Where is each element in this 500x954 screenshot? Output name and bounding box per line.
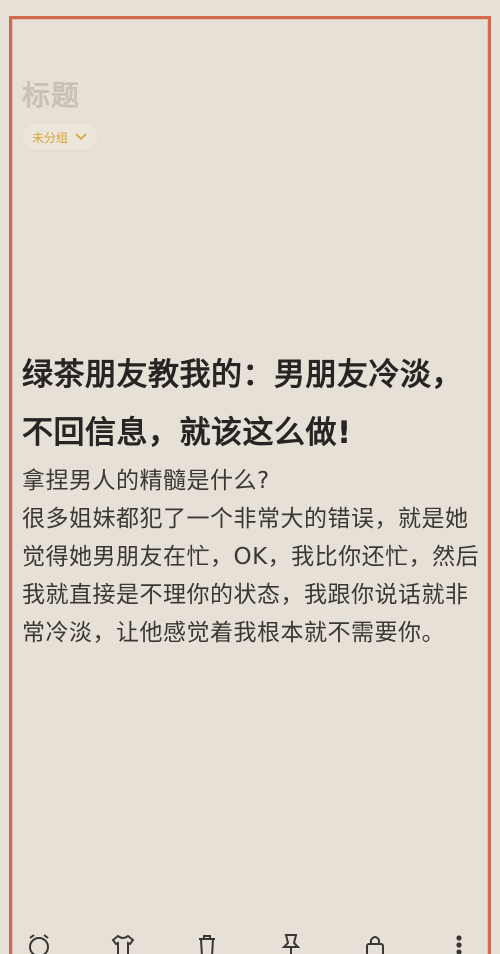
pin-icon[interactable] xyxy=(276,932,306,954)
shirt-icon[interactable] xyxy=(108,932,138,954)
more-vertical-icon[interactable] xyxy=(444,932,474,954)
note-title-field[interactable]: 标题 xyxy=(22,74,80,114)
bottom-toolbar xyxy=(0,930,500,954)
group-selector[interactable]: 未分组 xyxy=(22,124,99,150)
alarm-clock-icon[interactable] xyxy=(24,932,54,954)
chevron-down-icon xyxy=(75,133,87,141)
note-editor: 标题 未分组 绿茶朋友教我的：男朋友冷淡，不回信息，就该这么做! 拿捏男人的精髓… xyxy=(0,0,500,954)
note-paragraph: 很多姐妹都犯了一个非常大的错误，就是她觉得她男朋友在忙，OK，我比你还忙，然后我… xyxy=(22,506,480,646)
note-headline: 绿茶朋友教我的：男朋友冷淡，不回信息，就该这么做! xyxy=(22,357,463,451)
lock-icon[interactable] xyxy=(360,932,390,954)
note-paragraph: 拿捏男人的精髓是什么? xyxy=(22,468,270,494)
note-body[interactable]: 绿茶朋友教我的：男朋友冷淡，不回信息，就该这么做! 拿捏男人的精髓是什么? 很多… xyxy=(22,346,480,652)
group-label: 未分组 xyxy=(32,130,69,145)
trash-icon[interactable] xyxy=(192,932,222,954)
